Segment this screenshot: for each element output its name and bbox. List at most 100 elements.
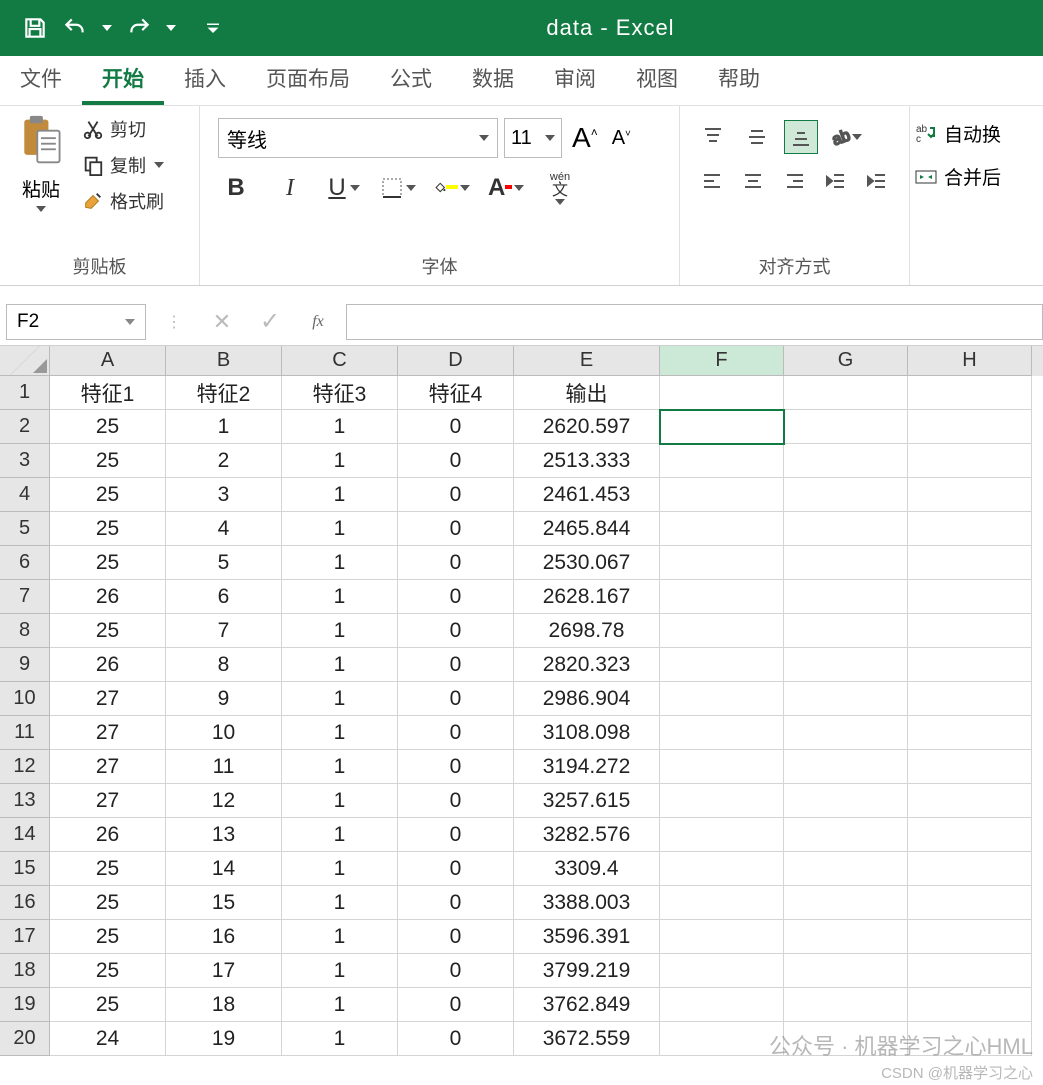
column-header-D[interactable]: D: [398, 346, 514, 376]
cell[interactable]: [784, 920, 908, 954]
cell[interactable]: 19: [166, 1022, 282, 1056]
cell[interactable]: 1: [282, 614, 398, 648]
bold-button[interactable]: B: [218, 170, 254, 206]
cell[interactable]: [660, 784, 784, 818]
increase-font-button[interactable]: A˄: [568, 122, 602, 154]
cell[interactable]: 25: [50, 478, 166, 512]
cell[interactable]: 0: [398, 716, 514, 750]
cell[interactable]: 0: [398, 954, 514, 988]
cell[interactable]: [908, 818, 1032, 852]
cancel-formula-button[interactable]: ✕: [202, 304, 242, 340]
cell[interactable]: [908, 852, 1032, 886]
row-header-17[interactable]: 17: [0, 920, 50, 954]
cell[interactable]: 3388.003: [514, 886, 660, 920]
cell[interactable]: [660, 920, 784, 954]
cell[interactable]: 3257.615: [514, 784, 660, 818]
cell[interactable]: 2620.597: [514, 410, 660, 444]
cell[interactable]: 0: [398, 920, 514, 954]
cell[interactable]: 3194.272: [514, 750, 660, 784]
cell[interactable]: 特征2: [166, 376, 282, 410]
cell[interactable]: 16: [166, 920, 282, 954]
column-header-G[interactable]: G: [784, 346, 908, 376]
cell[interactable]: [660, 410, 784, 444]
cell[interactable]: 0: [398, 852, 514, 886]
cell[interactable]: [784, 954, 908, 988]
cell[interactable]: [908, 546, 1032, 580]
cell[interactable]: 3: [166, 478, 282, 512]
cell[interactable]: [908, 716, 1032, 750]
cell[interactable]: [908, 954, 1032, 988]
row-header-9[interactable]: 9: [0, 648, 50, 682]
cell[interactable]: [908, 988, 1032, 1022]
tab-公式[interactable]: 公式: [370, 51, 452, 105]
tab-视图[interactable]: 视图: [616, 51, 698, 105]
cell[interactable]: 25: [50, 614, 166, 648]
cell[interactable]: 3799.219: [514, 954, 660, 988]
column-header-C[interactable]: C: [282, 346, 398, 376]
row-header-7[interactable]: 7: [0, 580, 50, 614]
cell[interactable]: 1: [282, 818, 398, 852]
cell[interactable]: 0: [398, 512, 514, 546]
decrease-indent-button[interactable]: [820, 164, 851, 198]
cell[interactable]: 14: [166, 852, 282, 886]
cell[interactable]: [908, 376, 1032, 410]
cell[interactable]: 2513.333: [514, 444, 660, 478]
cell[interactable]: 12: [166, 784, 282, 818]
align-bottom-button[interactable]: [784, 120, 818, 154]
cell[interactable]: 2530.067: [514, 546, 660, 580]
cell[interactable]: [908, 410, 1032, 444]
cell[interactable]: 3596.391: [514, 920, 660, 954]
cell[interactable]: [660, 954, 784, 988]
cell[interactable]: [908, 614, 1032, 648]
cell[interactable]: 25: [50, 920, 166, 954]
cell[interactable]: [908, 580, 1032, 614]
redo-dropdown[interactable]: [164, 25, 178, 31]
cell[interactable]: [660, 1022, 784, 1056]
row-header-5[interactable]: 5: [0, 512, 50, 546]
tab-文件[interactable]: 文件: [0, 51, 82, 105]
cell[interactable]: [660, 886, 784, 920]
cell[interactable]: 1: [282, 410, 398, 444]
cell[interactable]: [784, 750, 908, 784]
cell[interactable]: [908, 886, 1032, 920]
cell[interactable]: 27: [50, 750, 166, 784]
undo-dropdown[interactable]: [100, 25, 114, 31]
cell[interactable]: 2820.323: [514, 648, 660, 682]
cell[interactable]: [660, 852, 784, 886]
cell[interactable]: [784, 852, 908, 886]
increase-indent-button[interactable]: [862, 164, 893, 198]
fill-color-button[interactable]: [434, 170, 470, 206]
cell[interactable]: 25: [50, 512, 166, 546]
cell[interactable]: [660, 580, 784, 614]
cell[interactable]: 1: [282, 682, 398, 716]
cell[interactable]: 25: [50, 852, 166, 886]
cell[interactable]: [660, 988, 784, 1022]
name-box[interactable]: F2: [6, 304, 146, 340]
column-header-A[interactable]: A: [50, 346, 166, 376]
cell[interactable]: 9: [166, 682, 282, 716]
align-right-button[interactable]: [779, 164, 810, 198]
tab-插入[interactable]: 插入: [164, 51, 246, 105]
cell[interactable]: 1: [282, 716, 398, 750]
cell[interactable]: 25: [50, 886, 166, 920]
row-header-18[interactable]: 18: [0, 954, 50, 988]
cell[interactable]: 26: [50, 648, 166, 682]
cell[interactable]: 输出: [514, 376, 660, 410]
cell[interactable]: 0: [398, 1022, 514, 1056]
cell[interactable]: 1: [282, 648, 398, 682]
format-painter-button[interactable]: 格式刷: [78, 186, 168, 216]
cell[interactable]: [784, 682, 908, 716]
row-header-10[interactable]: 10: [0, 682, 50, 716]
cell[interactable]: [660, 444, 784, 478]
cell[interactable]: 2465.844: [514, 512, 660, 546]
cell[interactable]: [784, 376, 908, 410]
cell[interactable]: 25: [50, 546, 166, 580]
font-color-button[interactable]: A: [488, 170, 524, 206]
font-name-select[interactable]: 等线: [218, 118, 498, 158]
cell[interactable]: 0: [398, 478, 514, 512]
cell[interactable]: 25: [50, 444, 166, 478]
cell[interactable]: [908, 682, 1032, 716]
column-header-E[interactable]: E: [514, 346, 660, 376]
cell[interactable]: 1: [282, 750, 398, 784]
cell[interactable]: 0: [398, 886, 514, 920]
